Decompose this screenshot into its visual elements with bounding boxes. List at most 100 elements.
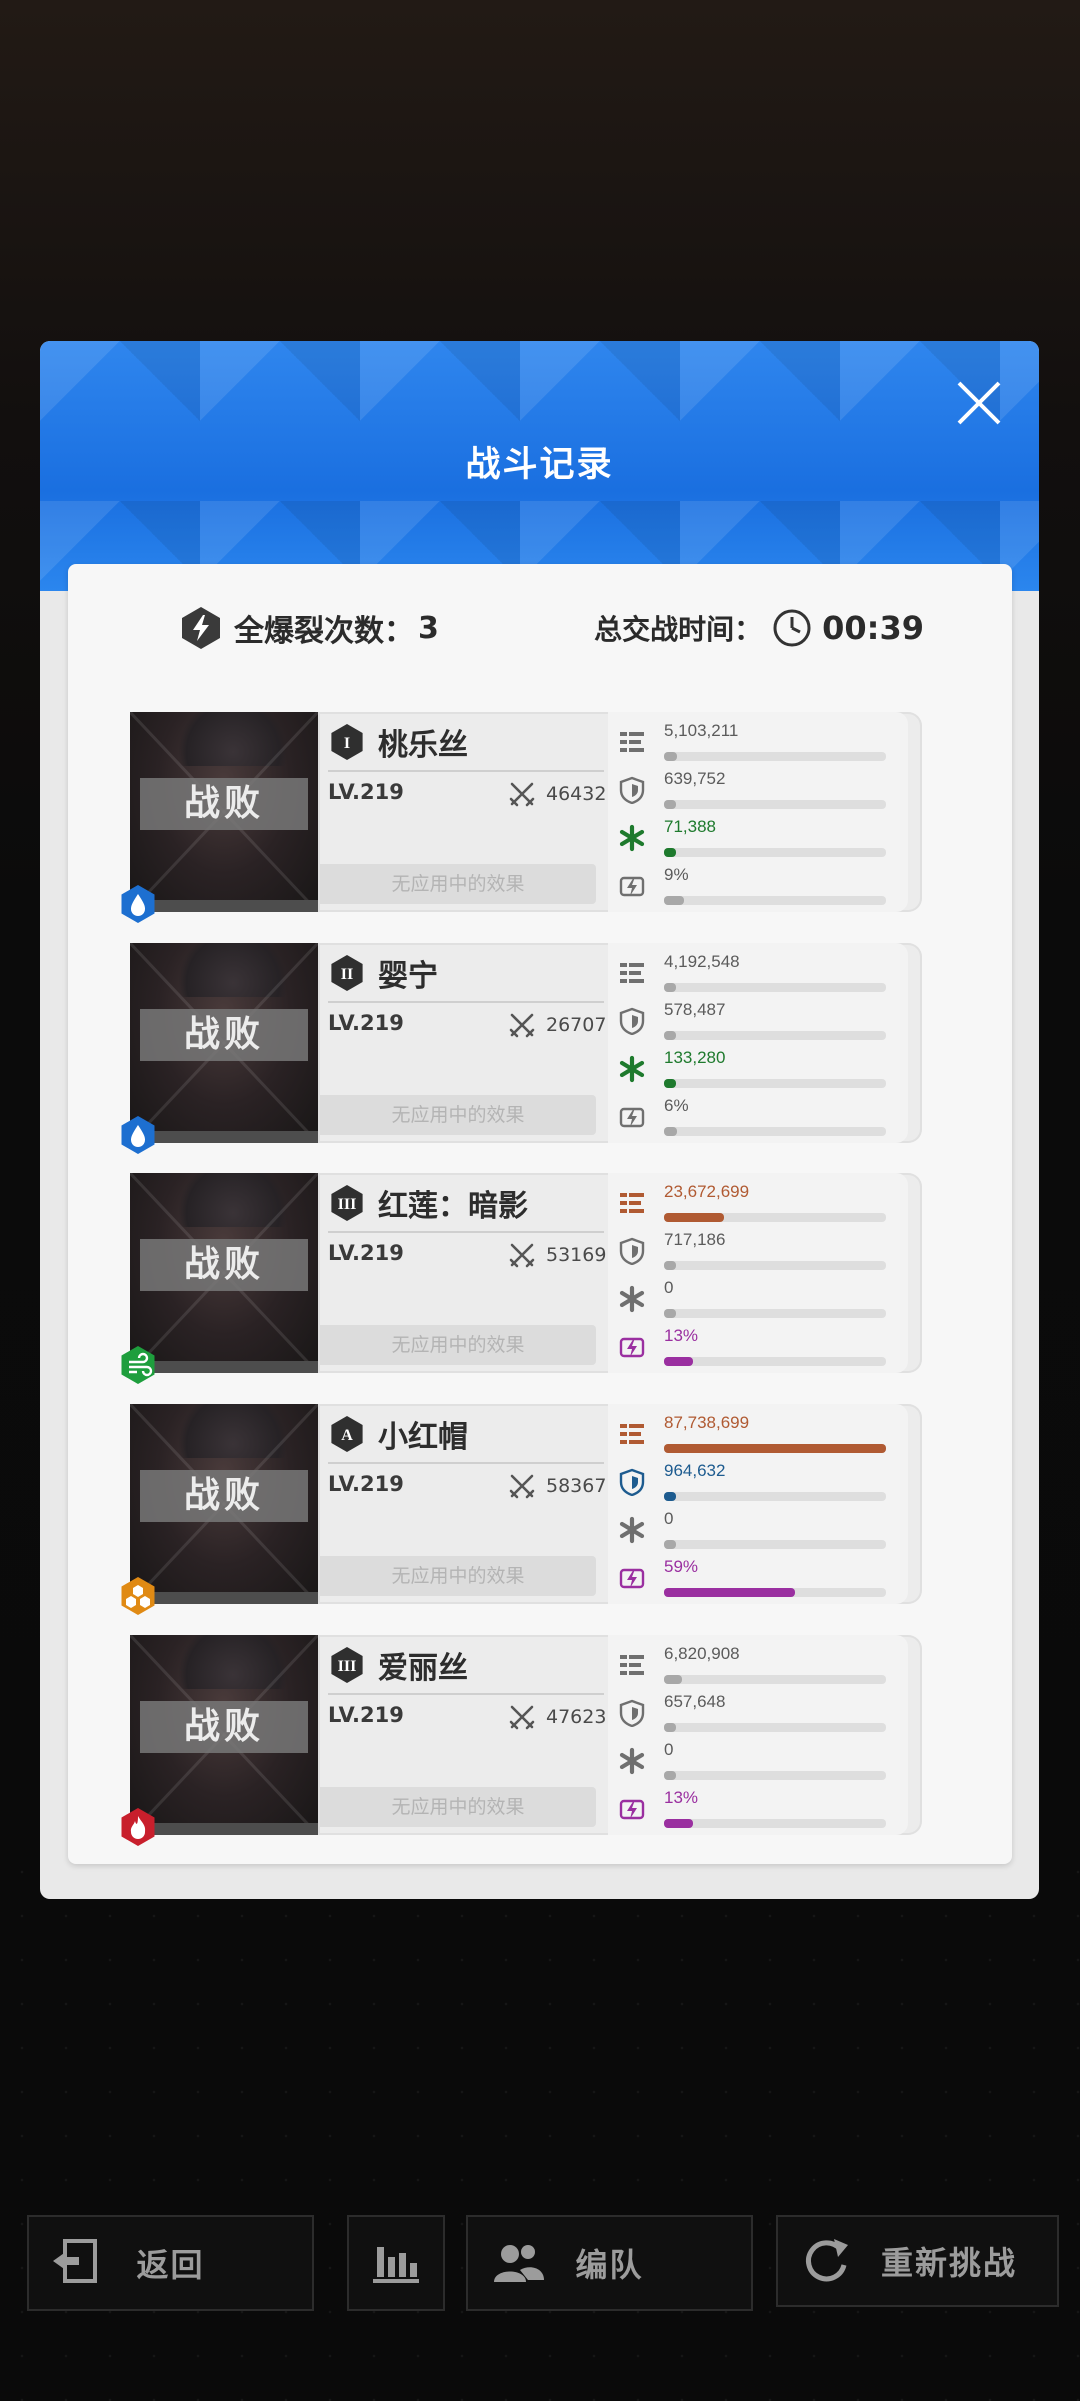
damage-icon (620, 732, 644, 752)
no-effects-label: 无应用中的效果 (320, 1787, 596, 1827)
stat-shield: 717,186 (618, 1229, 898, 1273)
burst-gauge-icon (619, 1799, 645, 1820)
character-card[interactable]: 战败 III 爱丽丝 LV.219 47623 无应用中的效果 6,820,908 657,6… (121, 1635, 922, 1846)
element-water-icon (121, 885, 155, 923)
character-name: 爱丽丝 (378, 1651, 468, 1686)
heal-icon (619, 1285, 645, 1313)
stat-damage-bar (664, 1675, 886, 1684)
character-card[interactable]: 战败 A 小红帽 LV.219 58367 无应用中的效果 87,738,699 964,63… (121, 1404, 922, 1615)
retry-label: 重新挑战 (880, 2244, 1017, 2282)
stat-damage-bar (664, 752, 886, 761)
retry-button[interactable]: 重新挑战 (776, 2215, 1059, 2307)
no-effects-label: 无应用中的效果 (320, 864, 596, 904)
summary-bar: 全爆裂次数： 3 总交战时间： 00:39 (68, 600, 1012, 656)
rank-label: I (344, 735, 350, 752)
shield-icon (619, 776, 645, 804)
clock-icon (773, 609, 811, 647)
character-level: LV.219 (328, 1472, 404, 1496)
close-icon (957, 381, 1001, 425)
stat-heal: 0 (618, 1508, 898, 1552)
stat-heal-value: 0 (664, 1278, 674, 1297)
refresh-icon (806, 2239, 848, 2282)
stat-burst: 6% (618, 1095, 898, 1139)
character-card[interactable]: 战败 III 红莲：暗影 LV.219 53169 无应用中的效果 23,672,699 71… (121, 1173, 922, 1384)
crossed-swords-icon (509, 1474, 535, 1499)
stat-heal-fill (664, 848, 676, 857)
heal-icon (619, 824, 645, 852)
character-card[interactable]: 战败 I 桃乐丝 LV.219 46432 无应用中的效果 5,103,211 639,752… (121, 712, 922, 923)
character-stats: 23,672,699 717,186 0 13% (608, 1173, 908, 1373)
character-info: II 婴宁 LV.219 26707 无应用中的效果 4,192,548 578,487 13… (318, 943, 922, 1143)
battle-time: 总交战时间： 00:39 (594, 600, 924, 656)
rank-badge-icon: II (331, 955, 363, 991)
character-stats: 87,738,699 964,632 0 59% (608, 1404, 908, 1604)
burst-value: 3 (418, 610, 439, 646)
burst-icon (182, 607, 220, 649)
stat-damage-value: 23,672,699 (664, 1182, 750, 1201)
character-portrait: 战败 (130, 943, 318, 1143)
squad-button[interactable]: 编队 (466, 2215, 753, 2311)
stat-burst-fill (664, 1127, 678, 1136)
character-portrait: 战败 (130, 712, 318, 912)
stat-shield-value: 717,186 (664, 1230, 726, 1249)
stat-shield: 964,632 (618, 1460, 898, 1504)
character-card[interactable]: 战败 II 婴宁 LV.219 26707 无应用中的效果 4,192,548 578,487… (121, 943, 922, 1154)
heal-icon (619, 1516, 645, 1544)
burst-gauge-icon (619, 1337, 645, 1358)
stat-shield-fill (664, 1031, 676, 1040)
combat-power: 53169 (508, 1241, 606, 1269)
battle-record-dialog: 战斗记录 全爆裂次数： 3 总交战时间： 00:39 战败 I 桃乐丝 LV.2… (40, 341, 1039, 1899)
statistics-button[interactable] (347, 2215, 445, 2311)
stat-burst: 13% (618, 1787, 898, 1831)
shield-icon (619, 1468, 645, 1496)
stat-heal: 71,388 (618, 816, 898, 860)
stat-damage-value: 5,103,211 (664, 721, 739, 740)
combat-power-value: 47623 (546, 1706, 607, 1728)
shield-icon (619, 1699, 645, 1727)
heal-icon (619, 1055, 645, 1083)
rank-label: III (338, 1658, 357, 1675)
crossed-swords-icon (509, 1013, 535, 1038)
stat-shield: 639,752 (618, 768, 898, 812)
character-info: III 红莲：暗影 LV.219 53169 无应用中的效果 23,672,699 717,… (318, 1173, 922, 1373)
stat-burst-value: 13% (664, 1788, 699, 1807)
background-grid (0, 1850, 1080, 2401)
combat-power-value: 58367 (546, 1475, 607, 1497)
stat-shield-bar (664, 800, 886, 809)
stat-burst-fill (664, 1819, 693, 1828)
stat-shield-bar (664, 1492, 886, 1501)
rank-label: A (341, 1427, 353, 1444)
burst-gauge-icon (619, 1568, 645, 1589)
stat-shield-bar (664, 1723, 886, 1732)
stat-heal-bar (664, 1771, 886, 1780)
defeated-label: 战败 (140, 1470, 308, 1522)
stat-shield-fill (664, 1723, 676, 1732)
stat-damage: 5,103,211 (618, 720, 898, 764)
stat-damage-fill (664, 752, 678, 761)
combat-power: 26707 (508, 1011, 606, 1039)
stat-shield: 578,487 (618, 999, 898, 1043)
stat-heal-fill (664, 1771, 676, 1780)
stat-burst-value: 59% (664, 1557, 699, 1576)
element-wind-icon (121, 1346, 155, 1384)
stat-burst: 9% (618, 864, 898, 908)
character-portrait: 战败 (130, 1635, 318, 1835)
character-info: I 桃乐丝 LV.219 46432 无应用中的效果 5,103,211 639,752 71… (318, 712, 922, 912)
burst-gauge-icon (619, 876, 645, 897)
team-icon (494, 2245, 544, 2282)
close-button[interactable] (953, 377, 1005, 429)
stat-shield-bar (664, 1031, 886, 1040)
stat-heal-fill (664, 1309, 676, 1318)
element-fire-icon (121, 1808, 155, 1846)
stat-heal-value: 0 (664, 1509, 674, 1528)
crossed-swords-icon (509, 1705, 535, 1730)
stat-shield-value: 657,648 (664, 1692, 726, 1711)
combat-power: 46432 (508, 780, 606, 808)
back-button[interactable]: 返回 (27, 2215, 314, 2311)
stat-burst-fill (664, 1357, 693, 1366)
stat-damage-value: 4,192,548 (664, 952, 740, 971)
no-effects-label: 无应用中的效果 (320, 1325, 596, 1365)
character-info: A 小红帽 LV.219 58367 无应用中的效果 87,738,699 964,632 0… (318, 1404, 922, 1604)
stat-heal-value: 0 (664, 1740, 674, 1759)
combat-power: 58367 (508, 1472, 606, 1500)
